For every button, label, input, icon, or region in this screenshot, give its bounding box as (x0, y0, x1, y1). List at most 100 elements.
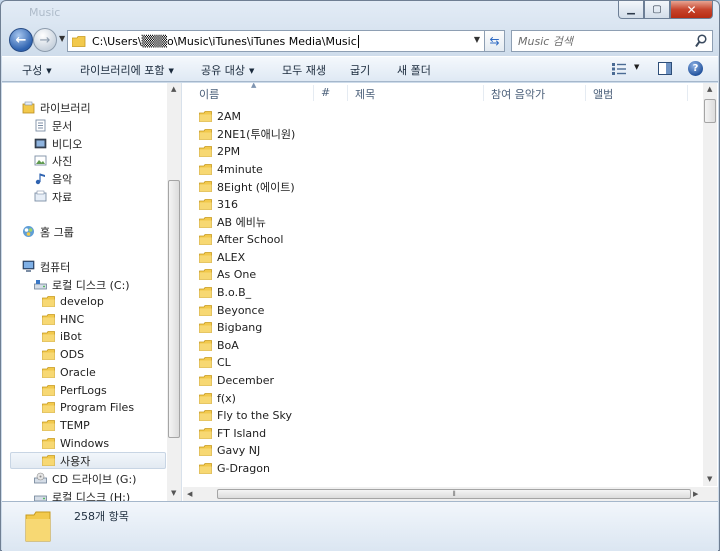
share-with-menu[interactable]: 공유 대상 ▼ (201, 62, 254, 78)
tree-computer[interactable]: 컴퓨터 (22, 258, 70, 275)
file-row[interactable]: Gavy NJ (199, 442, 260, 459)
scrollbar-thumb[interactable]: ⦀ (217, 489, 691, 499)
preview-pane-icon[interactable] (658, 62, 672, 75)
scroll-up-arrow[interactable]: ▲ (171, 85, 176, 93)
tree-folder-item[interactable]: HNC (42, 311, 84, 328)
play-all-button[interactable]: 모두 재생 (282, 62, 326, 78)
navigation-scrollbar[interactable]: ▲ ▼ (167, 83, 181, 501)
content-area: 라이브러리 문서 비디오 사진 음악 자료 홈 그룹 컴퓨터 로컬 디스크 (C… (2, 83, 718, 501)
file-row[interactable]: G-Dragon (199, 460, 270, 477)
file-row[interactable]: f(x) (199, 390, 236, 407)
scroll-down-arrow[interactable]: ▼ (171, 489, 176, 497)
recent-pages-dropdown[interactable]: ▼ (59, 34, 65, 43)
views-dropdown[interactable]: ▼ (634, 63, 639, 71)
file-row[interactable]: Bigbang (199, 319, 262, 336)
tree-music[interactable]: 음악 (34, 170, 72, 187)
file-list-vertical-scrollbar[interactable]: ▲ ▼ (703, 83, 717, 486)
file-row[interactable]: 316 (199, 196, 238, 213)
refresh-button[interactable]: ⇆ (485, 30, 505, 52)
help-icon[interactable]: ? (688, 61, 703, 76)
file-row[interactable]: December (199, 372, 274, 389)
burn-button[interactable]: 굽기 (350, 62, 370, 78)
search-input[interactable] (512, 31, 692, 51)
address-path[interactable]: C:\Users\▒▒▒o\Music\iTunes\iTunes Media\… (92, 35, 357, 48)
include-in-library-menu[interactable]: 라이브러리에 포함 ▼ (80, 62, 174, 78)
file-row[interactable]: ALEX (199, 249, 245, 266)
column-album[interactable]: 앨범 (593, 86, 613, 102)
tree-folder-item[interactable]: TEMP (42, 417, 90, 434)
tree-folder-item[interactable]: PerfLogs (42, 382, 107, 399)
tree-local-disk-h[interactable]: 로컬 디스크 (H:) (34, 488, 130, 501)
tree-homegroup-label: 홈 그룹 (40, 225, 74, 239)
scroll-left-arrow[interactable]: ◀ (187, 490, 192, 498)
file-row[interactable]: FT Island (199, 425, 266, 442)
address-bar[interactable]: C:\Users\▒▒▒o\Music\iTunes\iTunes Media\… (67, 30, 485, 52)
folder-icon (72, 35, 86, 47)
scrollbar-thumb[interactable] (704, 99, 716, 123)
scrollbar-thumb[interactable] (168, 180, 180, 438)
tree-folder-item[interactable]: Oracle (42, 364, 96, 381)
tree-folder-label: 사용자 (60, 454, 91, 468)
file-row[interactable]: As One (199, 266, 256, 283)
file-row[interactable]: After School (199, 231, 283, 248)
scroll-right-arrow[interactable]: ▶ (693, 490, 698, 498)
file-row[interactable]: 2AM (199, 108, 241, 125)
chevron-down-icon: ▼ (248, 67, 255, 75)
tree-folder-item[interactable]: ODS (42, 346, 84, 363)
file-row[interactable]: BoA (199, 337, 239, 354)
tree-folder-item[interactable]: develop (42, 293, 104, 310)
tree-folder-item[interactable]: iBot (42, 328, 82, 345)
file-row[interactable]: 2PM (199, 143, 240, 160)
folder-icon (199, 128, 212, 140)
folder-icon (199, 146, 212, 158)
close-button[interactable]: ✕ (670, 1, 713, 19)
column-artist[interactable]: 참여 음악가 (491, 86, 545, 102)
address-dropdown[interactable]: ▼ (474, 35, 480, 44)
back-button[interactable]: ← (9, 28, 33, 52)
file-row[interactable]: CL (199, 354, 231, 371)
scroll-up-arrow[interactable]: ▲ (707, 85, 712, 93)
file-row[interactable]: B.o.B_ (199, 284, 251, 301)
column-separator[interactable] (687, 85, 688, 101)
new-folder-button[interactable]: 새 폴더 (397, 62, 431, 78)
file-row[interactable]: 4minute (199, 161, 263, 178)
search-box[interactable] (511, 30, 713, 52)
tree-folder-item[interactable]: Program Files (42, 399, 134, 416)
folder-icon (199, 463, 212, 474)
forward-button[interactable]: → (33, 28, 57, 52)
column-name[interactable]: 이름 (199, 86, 219, 102)
organize-menu[interactable]: 구성 ▼ (22, 62, 52, 78)
scroll-down-arrow[interactable]: ▼ (707, 475, 712, 483)
file-list-horizontal-scrollbar[interactable]: ◀ ⦀ ▶ (183, 487, 718, 501)
column-separator[interactable] (585, 85, 586, 101)
tree-documents[interactable]: 문서 (34, 117, 72, 134)
column-title[interactable]: 제목 (355, 86, 375, 102)
tree-videos[interactable]: 비디오 (34, 135, 82, 152)
include-in-library-label: 라이브러리에 포함 (80, 64, 165, 77)
tree-local-disk-c[interactable]: 로컬 디스크 (C:) (34, 276, 130, 293)
column-number[interactable]: # (321, 86, 330, 99)
column-separator[interactable] (483, 85, 484, 101)
views-icon[interactable] (612, 63, 626, 75)
file-row[interactable]: AB 에비뉴 (199, 214, 266, 231)
tree-libraries[interactable]: 라이브러리 (22, 99, 91, 116)
tree-data[interactable]: 자료 (34, 188, 72, 205)
column-separator[interactable] (313, 85, 314, 101)
tree-folder-item[interactable]: Windows (42, 435, 109, 452)
tree-pictures[interactable]: 사진 (34, 152, 72, 169)
file-row[interactable]: Fly to the Sky (199, 407, 292, 424)
file-row[interactable]: 8Eight (에이트) (199, 178, 295, 195)
minimize-button[interactable]: ▁ (618, 1, 644, 19)
file-row[interactable]: 2NE1(투애니원) (199, 126, 295, 143)
tree-homegroup[interactable]: 홈 그룹 (22, 223, 74, 240)
folder-icon (199, 181, 212, 193)
tree-folder-label: Oracle (60, 365, 96, 379)
file-row[interactable]: Beyonce (199, 302, 264, 319)
folder-icon (199, 216, 212, 228)
tree-cd-drive[interactable]: CD 드라이브 (G:) (34, 470, 136, 487)
tree-folder-item[interactable]: 사용자 (10, 452, 166, 470)
maximize-button[interactable]: ▢ (644, 1, 670, 19)
title-bar[interactable]: Music ▁ ▢ ✕ (1, 1, 719, 25)
column-separator[interactable] (347, 85, 348, 101)
search-icon[interactable] (695, 34, 707, 48)
